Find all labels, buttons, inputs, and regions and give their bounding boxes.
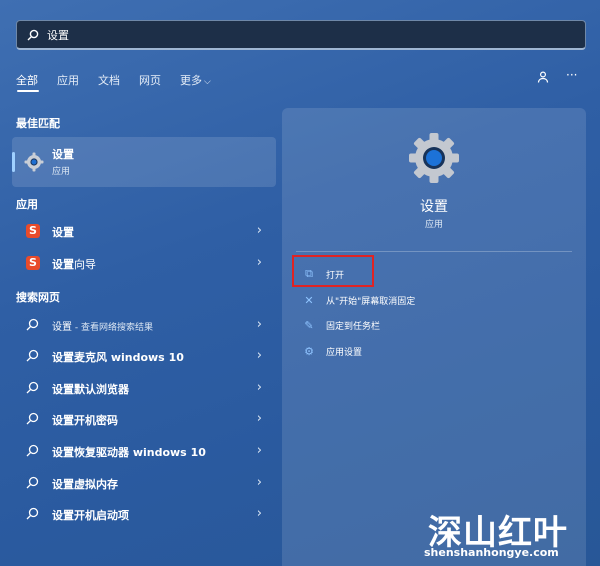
web-result-item[interactable]: 设置虚拟内存 › bbox=[12, 469, 276, 499]
sogou-icon: S bbox=[26, 224, 40, 238]
app-item-label: 设置 bbox=[52, 226, 74, 239]
sogou-icon: S bbox=[26, 256, 40, 270]
watermark-url: shenshanhongye.com bbox=[424, 546, 559, 559]
tab-more[interactable]: 更多 ⌵ bbox=[180, 72, 211, 88]
chevron-right-icon[interactable]: › bbox=[257, 475, 262, 490]
unpin-icon: ✕ bbox=[304, 293, 314, 307]
chevron-right-icon[interactable]: › bbox=[257, 380, 262, 395]
web-result-item[interactable]: 设置 - 查看网络搜索结果 › bbox=[12, 311, 276, 341]
search-value: 设置 bbox=[47, 28, 69, 42]
more-options-icon[interactable]: ··· bbox=[566, 68, 577, 82]
web-result-item[interactable]: 设置开机启动项 › bbox=[12, 500, 276, 530]
chevron-right-icon[interactable]: › bbox=[257, 317, 262, 332]
search-icon bbox=[26, 381, 39, 394]
account-icon[interactable] bbox=[536, 70, 550, 87]
pane-subtitle: 应用 bbox=[424, 220, 443, 230]
tab-all[interactable]: 全部 bbox=[16, 72, 38, 88]
web-result-label: 设置开机密码 bbox=[52, 414, 118, 427]
tab-apps[interactable]: 应用 bbox=[57, 72, 79, 88]
best-match-item[interactable]: 设置 应用 bbox=[12, 137, 276, 187]
search-icon bbox=[26, 318, 39, 331]
search-icon bbox=[26, 507, 39, 520]
tab-more-label: 更多 bbox=[180, 74, 202, 87]
settings-gear-icon bbox=[409, 133, 459, 183]
chevron-right-icon[interactable]: › bbox=[257, 223, 262, 238]
web-result-item[interactable]: 设置开机密码 › bbox=[12, 405, 276, 435]
action-label: 应用设置 bbox=[326, 347, 363, 358]
action-pin-taskbar[interactable]: ✎ 固定到任务栏 bbox=[302, 315, 380, 335]
web-result-label: 设置 - 查看网络搜索结果 bbox=[52, 322, 153, 333]
action-unpin-start[interactable]: ✕ 从"开始"屏幕取消固定 bbox=[302, 290, 415, 310]
search-input[interactable]: 设置 bbox=[16, 20, 586, 50]
search-icon bbox=[26, 349, 39, 362]
open-external-icon: ⧉ bbox=[305, 267, 313, 280]
best-match-subtitle: 应用 bbox=[52, 167, 71, 177]
search-icon bbox=[26, 444, 39, 457]
section-web-search: 搜索网页 bbox=[16, 291, 60, 304]
pin-icon: ✎ bbox=[304, 318, 314, 332]
web-result-item[interactable]: 设置恢复驱动器 windows 10 › bbox=[12, 437, 276, 467]
search-icon bbox=[26, 476, 39, 489]
chevron-right-icon[interactable]: › bbox=[257, 411, 262, 426]
search-icon bbox=[26, 412, 39, 425]
web-result-label: 设置虚拟内存 bbox=[52, 478, 118, 491]
settings-gear-icon bbox=[24, 152, 44, 172]
app-item-label: 设置向导 bbox=[52, 258, 96, 271]
chevron-down-icon: ⌵ bbox=[204, 77, 211, 87]
action-app-settings[interactable]: ⚙ 应用设置 bbox=[302, 341, 362, 361]
tab-web[interactable]: 网页 bbox=[139, 72, 161, 88]
gear-icon: ⚙ bbox=[304, 344, 314, 358]
active-tab-indicator bbox=[17, 90, 39, 92]
search-icon bbox=[27, 29, 39, 40]
best-match-title: 设置 bbox=[52, 148, 74, 161]
section-apps: 应用 bbox=[16, 198, 38, 211]
app-item-settings[interactable]: S 设置 › bbox=[12, 217, 276, 247]
chevron-right-icon[interactable]: › bbox=[257, 255, 262, 270]
app-item-settings-wizard[interactable]: S 设置向导 › bbox=[12, 249, 276, 279]
chevron-right-icon[interactable]: › bbox=[257, 348, 262, 363]
web-result-item[interactable]: 设置默认浏览器 › bbox=[12, 374, 276, 404]
divider bbox=[296, 251, 572, 252]
web-result-label: 设置恢复驱动器 windows 10 bbox=[52, 446, 206, 459]
web-result-label: 设置麦克风 windows 10 bbox=[52, 351, 184, 364]
web-result-item[interactable]: 设置麦克风 windows 10 › bbox=[12, 342, 276, 372]
action-label: 固定到任务栏 bbox=[326, 321, 381, 332]
web-result-label: 设置默认浏览器 bbox=[52, 383, 129, 396]
tab-documents[interactable]: 文档 bbox=[98, 72, 120, 88]
action-label: 从"开始"屏幕取消固定 bbox=[326, 296, 416, 307]
section-best-match: 最佳匹配 bbox=[16, 117, 60, 130]
web-result-label: 设置开机启动项 bbox=[52, 509, 129, 522]
pane-title: 设置 bbox=[420, 199, 448, 215]
chevron-right-icon[interactable]: › bbox=[257, 506, 262, 521]
selection-accent bbox=[12, 152, 15, 172]
chevron-right-icon[interactable]: › bbox=[257, 443, 262, 458]
detail-pane: 设置 应用 ⧉ 打开 ✕ 从"开始"屏幕取消固定 ✎ 固定到任务栏 ⚙ 应用设置 bbox=[282, 108, 586, 566]
action-label: 打开 bbox=[326, 270, 345, 281]
action-open[interactable]: ⧉ 打开 bbox=[302, 264, 344, 284]
